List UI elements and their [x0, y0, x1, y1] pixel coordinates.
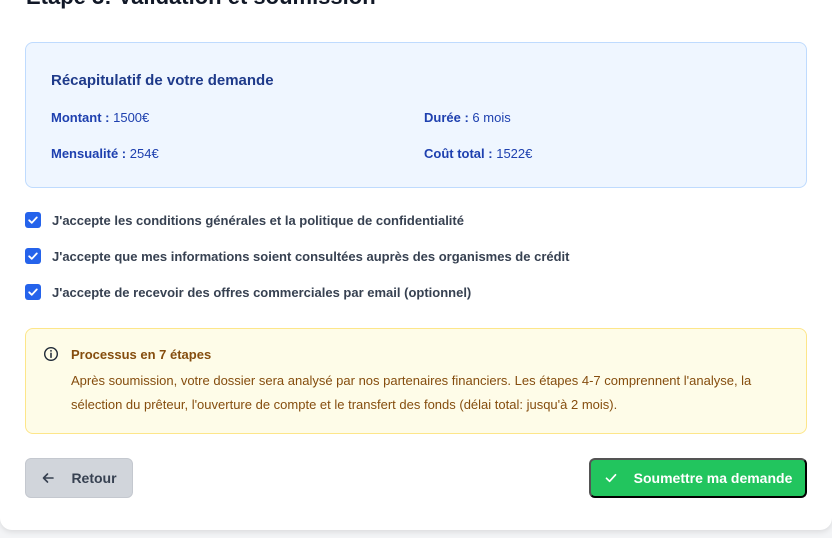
checkmark-icon: [28, 216, 38, 224]
monthly-label: Mensualité :: [51, 146, 127, 161]
total-cost-label: Coût total :: [424, 146, 493, 161]
amount-label: Montant :: [51, 110, 110, 125]
consent-marketing[interactable]: J'accepte de recevoir des offres commerc…: [25, 284, 471, 300]
summary-amount: Montant : 1500€: [51, 110, 149, 125]
submit-label: Soumettre ma demande: [633, 470, 793, 486]
marketing-checkbox[interactable]: [25, 284, 41, 300]
arrow-left-icon: [41, 471, 55, 485]
notice-title: Processus en 7 étapes: [71, 347, 212, 362]
duration-value: 6 mois: [472, 110, 511, 125]
credit-check-label: J'accepte que mes informations soient co…: [52, 248, 570, 264]
monthly-value: 254€: [129, 146, 159, 161]
back-button[interactable]: Retour: [25, 458, 133, 498]
summary-duration: Durée : 6 mois: [424, 110, 511, 125]
summary-monthly: Mensualité : 254€: [51, 146, 159, 161]
terms-checkbox[interactable]: [25, 212, 41, 228]
page-title: Étape 3: Validation et soumission: [26, 0, 376, 8]
process-notice: Processus en 7 étapes Après soumission, …: [25, 328, 807, 434]
summary-title: Récapitulatif de votre demande: [51, 72, 274, 89]
form-card: Étape 3: Validation et soumission Récapi…: [0, 0, 832, 530]
checkmark-icon: [28, 252, 38, 260]
back-label: Retour: [71, 470, 117, 486]
summary-panel: Récapitulatif de votre demande Montant :…: [25, 42, 807, 188]
terms-label: J'accepte les conditions générales et la…: [52, 212, 464, 228]
total-cost-value: 1522€: [496, 146, 533, 161]
submit-button[interactable]: Soumettre ma demande: [589, 458, 807, 498]
consent-terms[interactable]: J'accepte les conditions générales et la…: [25, 212, 464, 228]
summary-total-cost: Coût total : 1522€: [424, 146, 532, 161]
amount-value: 1500€: [113, 110, 150, 125]
duration-label: Durée :: [424, 110, 469, 125]
notice-text: Après soumission, votre dossier sera ana…: [71, 373, 752, 412]
checkmark-icon: [28, 288, 38, 296]
marketing-label: J'accepte de recevoir des offres commerc…: [52, 284, 472, 300]
credit-check-checkbox[interactable]: [25, 248, 41, 264]
consent-credit-check[interactable]: J'accepte que mes informations soient co…: [25, 248, 570, 264]
check-icon: [604, 471, 618, 485]
info-icon: [43, 346, 59, 367]
